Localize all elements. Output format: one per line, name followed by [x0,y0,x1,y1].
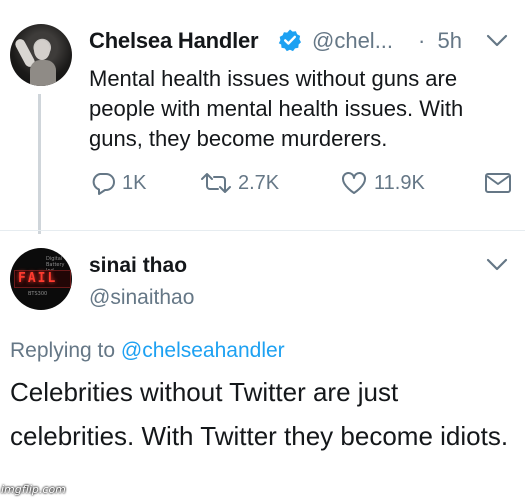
tweet-text: Mental health issues without guns are pe… [89,66,464,151]
reply-tweet-text: Celebrities without Twitter are just cel… [10,377,509,451]
verified-badge-icon [278,29,301,52]
author-handle[interactable]: @chel... [312,28,393,54]
heart-icon [342,172,366,194]
reply-icon [92,173,115,195]
imgflip-watermark: imgflip.com [1,483,66,496]
reply-author-name[interactable]: sinai thao [89,254,187,278]
avatar-face-shape [34,40,50,60]
replying-to-label: Replying to [10,339,116,362]
retweet-button[interactable]: 2.7K [200,170,279,196]
retweet-icon [201,173,231,193]
like-button[interactable]: 11.9K [340,170,425,196]
replying-to-line: Replying to @chelseahandler [10,339,285,363]
thread-connector-line [38,94,41,234]
fail-sign: FAIL [14,270,71,288]
avatar-body-shape [30,60,56,86]
reply-count: 1K [122,171,147,194]
tweet-timestamp[interactable]: · 5h [418,28,462,54]
timestamp-value: 5h [437,28,462,53]
tweet-divider [0,230,525,231]
chevron-down-icon[interactable] [486,258,508,272]
retweet-count: 2.7K [238,171,280,194]
author-name[interactable]: Chelsea Handler [89,28,259,54]
replying-to-mention-link[interactable]: @chelseahandler [121,339,285,362]
like-count: 11.9K [374,171,425,194]
direct-message-button[interactable] [484,170,518,196]
author-avatar[interactable] [10,24,72,86]
reply-author-avatar[interactable]: Digital Battery Ind FAIL BTS300 [10,248,72,310]
avatar-small-text: BTS300 [28,291,48,297]
timestamp-separator: · [418,28,426,53]
reply-button[interactable]: 1K [90,170,146,196]
reply-author-handle[interactable]: @sinaithao [89,286,194,310]
envelope-icon [485,173,511,193]
chevron-down-icon[interactable] [486,34,508,48]
